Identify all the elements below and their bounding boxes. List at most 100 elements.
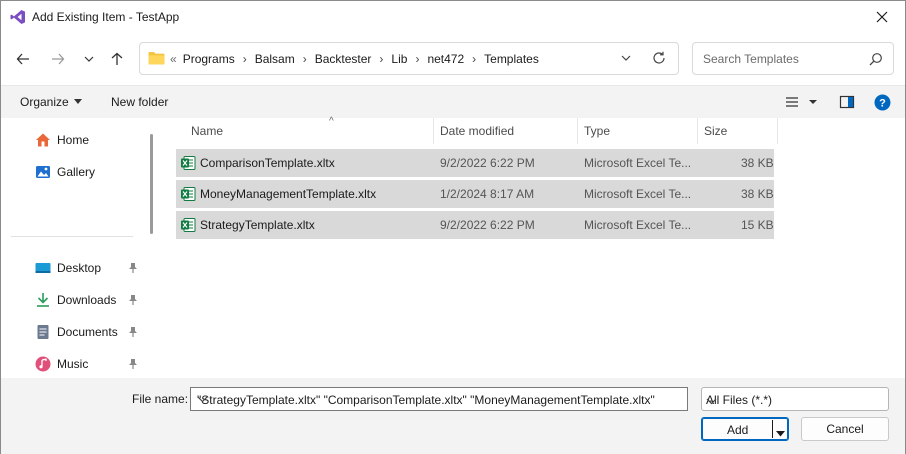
nav-item-gallery[interactable]: Gallery [35,164,95,180]
search-input[interactable] [701,51,861,67]
up-button[interactable] [105,47,129,71]
pin-icon[interactable] [127,326,139,341]
nav-item-music[interactable]: Music [35,356,88,372]
pin-icon[interactable] [127,294,139,309]
chevron-down-icon [197,396,208,403]
excel-file-icon [180,217,196,236]
breadcrumb-templates[interactable]: Templates [484,52,539,66]
file-row[interactable]: MoneyManagementTemplate.xltx 1/2/2024 8:… [176,180,774,208]
file-size: 38 KB [741,156,774,170]
chevron-down-icon [84,56,94,62]
file-name-label: File name: [132,392,189,406]
address-bar[interactable]: « Programs › Balsam › Backtester › Lib ›… [139,42,679,75]
column-header-type[interactable]: Type [578,118,698,144]
gallery-icon [35,164,51,180]
svg-text:?: ? [879,98,886,110]
breadcrumb-programs[interactable]: Programs [183,52,235,66]
navigation-pane: Home Gallery Desktop Downloads Documents… [1,118,159,378]
breadcrumb-net472[interactable]: net472 [427,52,464,66]
new-folder-label: New folder [111,95,169,109]
column-label: Size [704,124,728,138]
file-date: 9/2/2022 6:22 PM [440,218,535,232]
new-folder-button[interactable]: New folder [111,95,168,109]
add-existing-item-dialog: Add Existing Item - TestApp « Programs ›… [0,0,906,454]
file-type: Microsoft Excel Te... [584,187,690,201]
nav-divider [11,236,133,237]
breadcrumb-lib[interactable]: Lib [391,52,407,66]
forward-button[interactable] [46,47,70,71]
breadcrumb-overflow[interactable]: « [170,52,177,66]
dialog-footer: File name: "StrategyTemplate.xltx" "Comp… [1,378,905,454]
add-button[interactable]: Add [701,417,789,441]
address-dropdown-button[interactable] [620,52,632,67]
breadcrumb-balsam[interactable]: Balsam [255,52,295,66]
caret-down-icon[interactable] [776,426,785,440]
organize-button[interactable]: Organize [20,95,82,109]
add-button-label: Add [727,423,749,437]
navigation-bar: « Programs › Balsam › Backtester › Lib ›… [1,33,905,85]
file-size: 38 KB [741,187,774,201]
search-box[interactable] [692,42,894,75]
split-divider [772,420,773,438]
refresh-button[interactable] [652,51,666,68]
nav-item-downloads[interactable]: Downloads [35,292,116,308]
nav-item-label: Documents [57,325,118,339]
recent-locations-button[interactable] [77,47,101,71]
title-bar: Add Existing Item - TestApp [1,1,905,33]
nav-item-home[interactable]: Home [35,132,89,148]
search-icon[interactable] [869,52,883,69]
preview-pane-icon [839,95,855,109]
file-type-filter-select[interactable]: All Files (*.*) [701,387,889,411]
file-row[interactable]: ComparisonTemplate.xltx 9/2/2022 6:22 PM… [176,149,774,177]
home-icon [35,132,51,148]
file-type: Microsoft Excel Te... [584,218,690,232]
preview-pane-button[interactable] [839,94,855,113]
file-size: 15 KB [741,218,774,232]
chevron-right-icon: › [415,52,420,66]
breadcrumb-backtester[interactable]: Backtester [315,52,372,66]
help-button[interactable]: ? [874,94,891,114]
arrow-left-icon [16,53,29,65]
window-title: Add Existing Item - TestApp [32,10,180,24]
cancel-button[interactable]: Cancel [801,417,889,441]
file-name: StrategyTemplate.xltx [200,218,315,232]
file-name: MoneyManagementTemplate.xltx [200,187,377,201]
organize-label: Organize [20,95,69,109]
column-label: Name [191,124,224,138]
chevron-right-icon: › [242,52,247,66]
file-name-input[interactable]: "StrategyTemplate.xltx" "ComparisonTempl… [190,387,688,411]
chevron-right-icon: › [472,52,477,66]
chevron-down-icon [706,395,882,409]
nav-scrollbar[interactable] [150,134,153,234]
excel-file-icon [180,186,196,205]
sort-ascending-icon: ^ [329,116,334,127]
excel-file-icon [180,155,196,174]
column-header-size[interactable]: Size [698,118,778,144]
desktop-icon [35,260,51,276]
close-button[interactable] [859,1,905,33]
pin-icon[interactable] [127,358,139,373]
arrow-up-icon [111,52,123,65]
nav-item-desktop[interactable]: Desktop [35,260,101,276]
chevron-right-icon: › [379,52,384,66]
pin-icon[interactable] [127,262,139,277]
back-button[interactable] [11,47,35,71]
file-list: Name ^ Date modified Type Size Compariso… [159,116,905,378]
chevron-right-icon: › [302,52,307,66]
nav-item-label: Gallery [57,165,96,179]
file-row[interactable]: StrategyTemplate.xltx 9/2/2022 6:22 PM M… [176,211,774,239]
nav-item-label: Home [57,133,90,147]
nav-item-label: Desktop [57,261,102,275]
download-icon [35,292,51,308]
file-date: 9/2/2022 6:22 PM [440,156,535,170]
nav-item-label: Music [57,357,89,371]
nav-item-documents[interactable]: Documents [35,324,118,340]
list-view-icon [786,97,817,107]
file-date: 1/2/2024 8:17 AM [440,187,535,201]
column-header-name[interactable]: Name ^ [185,116,434,144]
file-name-history-button[interactable] [197,393,683,407]
column-header-date[interactable]: Date modified [434,118,578,144]
cancel-button-label: Cancel [826,422,864,436]
view-options-button[interactable] [785,94,821,113]
chevron-down-icon [621,55,631,61]
